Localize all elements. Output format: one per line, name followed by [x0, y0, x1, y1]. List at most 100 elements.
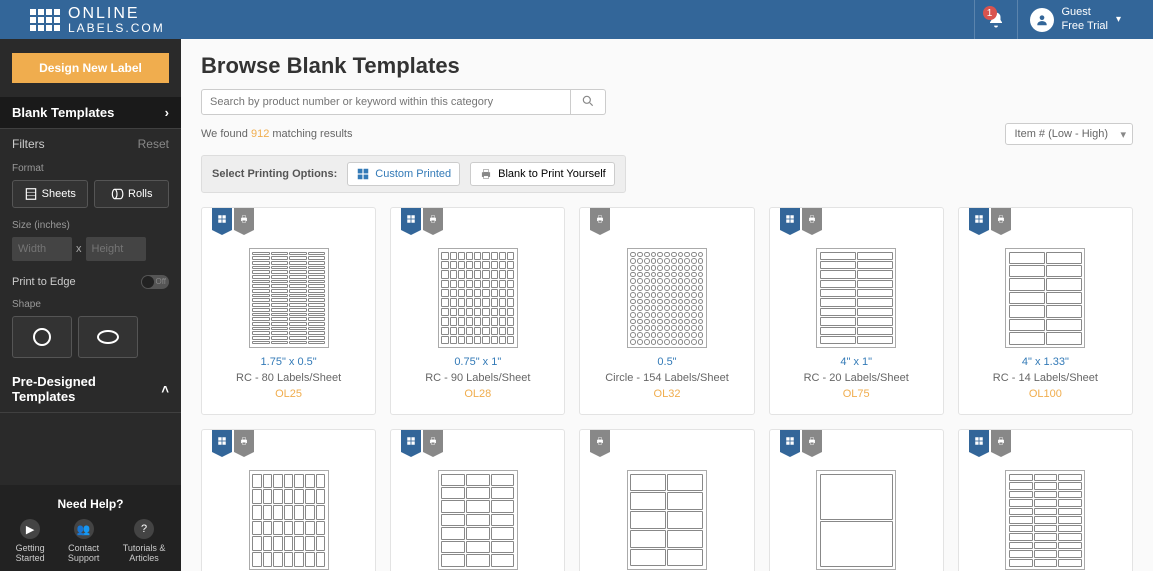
help-icon: 👥: [74, 519, 94, 539]
product-card[interactable]: 0.5" Circle - 154 Labels/Sheet OL32: [579, 207, 754, 415]
blank-print-flag: [802, 208, 822, 230]
custom-printed-flag: [401, 208, 421, 230]
blank-print-flag: [423, 208, 443, 230]
print-to-edge-toggle[interactable]: Off: [141, 275, 169, 289]
reset-filters-button[interactable]: Reset: [138, 137, 169, 151]
circle-icon: [33, 328, 51, 346]
printing-options-label: Select Printing Options:: [212, 168, 337, 180]
product-size: 0.5": [590, 356, 743, 368]
chevron-down-icon: ▾: [1120, 128, 1126, 141]
blank-print-flag: [991, 430, 1011, 452]
blank-print-flag: [802, 430, 822, 452]
format-sheets-button[interactable]: Sheets: [12, 180, 88, 208]
sort-select[interactable]: Item # (Low - High) ▾: [1005, 123, 1133, 145]
chevron-up-icon: ˄: [161, 382, 169, 397]
product-grid: 1.75" x 0.5" RC - 80 Labels/Sheet OL25 0.75…: [201, 207, 1133, 571]
help-item[interactable]: ? Tutorials & Articles: [123, 519, 166, 563]
product-thumb: [969, 248, 1122, 348]
logo-text-bottom: LABELS.COM: [68, 22, 165, 34]
filters-label: Filters: [12, 137, 45, 151]
help-item-label: Tutorials & Articles: [123, 543, 166, 563]
help-icon: ?: [134, 519, 154, 539]
product-card[interactable]: 2.8125" x 1.333": [390, 429, 565, 571]
product-card[interactable]: 4" x 2": [579, 429, 754, 571]
sidebar-predesigned-templates[interactable]: Pre-Designed Templates ˄: [0, 366, 181, 413]
user-menu[interactable]: Guest Free Trial ▾: [1017, 0, 1134, 39]
blank-print-flag: [590, 208, 610, 230]
help-title: Need Help?: [4, 493, 177, 519]
product-card[interactable]: 1.75" x 0.5" RC - 80 Labels/Sheet OL25: [201, 207, 376, 415]
format-rolls-button[interactable]: Rolls: [94, 180, 170, 208]
grid-icon: [356, 167, 370, 181]
product-desc: RC - 80 Labels/Sheet: [212, 372, 365, 384]
product-card[interactable]: 2.7953" x 0.8268": [958, 429, 1133, 571]
blank-print-flag: [234, 430, 254, 452]
product-card[interactable]: 0.75" x 1"RC - 90 Labels/SheetOL28: [390, 207, 565, 415]
product-sku: OL25: [212, 388, 365, 400]
help-item[interactable]: ▶ Getting Started: [16, 519, 45, 563]
product-thumb: [780, 470, 933, 570]
format-label: Format: [0, 159, 181, 176]
main-content: Browse Blank Templates We found 912 matc…: [181, 39, 1153, 571]
printer-icon: [479, 167, 493, 181]
custom-printed-option[interactable]: Custom Printed: [347, 162, 460, 186]
search-button[interactable]: [571, 89, 606, 115]
search-icon: [581, 94, 595, 108]
product-size: 4" x 1.33": [969, 356, 1122, 368]
product-sku: OL75: [780, 388, 933, 400]
results-count: We found 912 matching results: [201, 128, 352, 140]
help-item[interactable]: 👥 Contact Support: [68, 519, 100, 563]
top-header: ONLINE LABELS.COM 1 Guest Free Trial ▾: [0, 0, 1153, 39]
product-thumb: [212, 248, 365, 348]
shape-circle-button[interactable]: [12, 316, 72, 358]
sheets-icon: [24, 187, 38, 201]
product-desc: RC - 90 Labels/Sheet: [401, 372, 554, 384]
logo-text-top: ONLINE: [68, 6, 165, 22]
product-thumb: [969, 470, 1122, 570]
sidebar-blank-templates[interactable]: Blank Templates ›: [0, 97, 181, 129]
help-icon: ▶: [20, 519, 40, 539]
help-item-label: Contact Support: [68, 543, 100, 563]
logo[interactable]: ONLINE LABELS.COM: [30, 6, 165, 34]
product-card[interactable]: 4" x 1" RC - 20 Labels/Sheet OL75: [769, 207, 944, 415]
custom-printed-flag: [401, 430, 421, 452]
search-input[interactable]: [201, 89, 571, 115]
product-size: 4" x 1": [780, 356, 933, 368]
x-separator: x: [76, 243, 82, 255]
blank-print-flag: [590, 430, 610, 452]
product-thumb: [401, 470, 554, 570]
shape-label: Shape: [0, 295, 181, 312]
blank-print-flag: [234, 208, 254, 230]
blank-print-option[interactable]: Blank to Print Yourself: [470, 162, 615, 186]
page-title: Browse Blank Templates: [201, 53, 1133, 79]
product-thumb: [401, 248, 554, 348]
design-new-label-button[interactable]: Design New Label: [12, 53, 169, 83]
sidebar: Design New Label Blank Templates › Filte…: [0, 39, 181, 571]
logo-grid-icon: [30, 9, 60, 31]
help-item-label: Getting Started: [16, 543, 45, 563]
width-input[interactable]: [12, 237, 72, 261]
product-sku: OL100: [969, 388, 1122, 400]
height-input[interactable]: [86, 237, 146, 261]
product-card[interactable]: 4" x 1.33" RC - 14 Labels/Sheet OL100: [958, 207, 1133, 415]
product-thumb: [212, 470, 365, 570]
product-desc: RC - 14 Labels/Sheet: [969, 372, 1122, 384]
custom-printed-flag: [780, 208, 800, 230]
rolls-icon: [110, 187, 124, 201]
product-card[interactable]: 1" x 2": [201, 429, 376, 571]
product-sku: OL32: [590, 388, 743, 400]
size-label: Size (inches): [0, 216, 181, 233]
shape-oval-button[interactable]: [78, 316, 138, 358]
product-card[interactable]: 8" x 5": [769, 429, 944, 571]
help-block: Need Help? ▶ Getting Started 👥 Contact Supp…: [0, 485, 181, 571]
product-desc: Circle - 154 Labels/Sheet: [590, 372, 743, 384]
product-size: 1.75" x 0.5": [212, 356, 365, 368]
avatar-icon: [1030, 8, 1054, 32]
notifications-button[interactable]: 1: [974, 0, 1017, 39]
user-name: Guest: [1062, 6, 1108, 19]
print-to-edge-label: Print to Edge: [12, 276, 76, 288]
product-desc: RC - 20 Labels/Sheet: [780, 372, 933, 384]
custom-printed-flag: [969, 430, 989, 452]
printing-options-bar: Select Printing Options: Custom Printed …: [201, 155, 626, 193]
notification-badge: 1: [983, 6, 997, 20]
